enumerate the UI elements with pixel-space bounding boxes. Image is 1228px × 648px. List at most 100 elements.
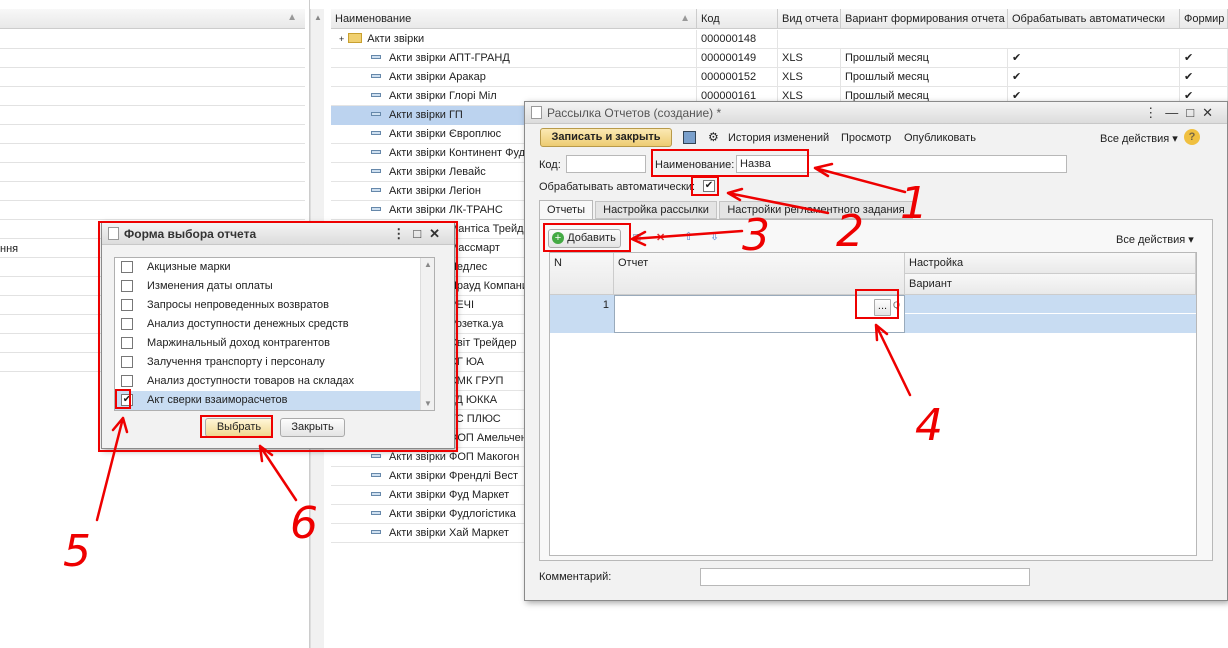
annotation-box-auto xyxy=(691,176,719,196)
tab-mailing-settings[interactable]: Настройка рассылки xyxy=(595,201,717,219)
table-row-folder[interactable]: + Акти звірки 000000148 xyxy=(331,30,1228,49)
menu-icon[interactable]: ⋮ xyxy=(1144,105,1165,120)
sort-icon[interactable]: ▲ xyxy=(680,9,690,28)
cell-variant: Прошлый месяц xyxy=(841,49,1008,68)
left-list-header[interactable]: ▲ xyxy=(0,9,305,29)
cell-form: ✔ xyxy=(1180,49,1228,68)
cell-name-text: Акти звірки Фуд Маркет xyxy=(389,489,510,501)
code-label: Код: xyxy=(539,159,561,171)
left-list-row[interactable] xyxy=(0,106,305,125)
maximize-icon[interactable]: □ xyxy=(1186,105,1202,120)
report-item-icon xyxy=(371,93,381,98)
cell-name-text: Акти звірки ГП xyxy=(389,109,463,121)
left-list-row[interactable] xyxy=(0,201,305,220)
table-row[interactable]: Акти звірки АПТ-ГРАНД 000000149 XLS Прошлый… xyxy=(331,49,1228,68)
reports-tab-panel: + Добавить ⧉ ✕ ⇧ ⇩ Все действия ▾ N Отче… xyxy=(539,219,1213,561)
left-list-row[interactable] xyxy=(0,30,305,49)
folder-icon xyxy=(348,33,363,43)
annotation-box-select-report xyxy=(855,289,899,319)
report-item-icon xyxy=(371,112,381,117)
report-item-icon xyxy=(371,131,381,136)
history-link[interactable]: История изменений xyxy=(728,132,829,144)
mailing-window-titlebar[interactable]: Рассылка Отчетов (создание) * ⋮—□✕ xyxy=(525,102,1227,124)
cell-name-text: Акти звірки Фудлогістика xyxy=(389,508,516,520)
cell-code: 000000148 xyxy=(697,30,778,49)
minimize-icon[interactable]: — xyxy=(1165,105,1186,120)
report-item-icon xyxy=(371,473,381,478)
cell-name: Акти звірки АПТ-ГРАНД xyxy=(331,49,697,68)
grid-cell-settings[interactable] xyxy=(905,295,1196,314)
expand-icon[interactable]: + xyxy=(339,34,344,44)
tab-schedule-settings[interactable]: Настройки регламентного задания xyxy=(719,201,913,219)
mailing-window-title: Рассылка Отчетов (создание) * xyxy=(547,106,722,120)
annotation-box-add xyxy=(543,223,631,252)
help-icon[interactable]: ? xyxy=(1184,129,1200,145)
cell-form: ✔ xyxy=(1180,68,1228,87)
comment-label: Комментарий: xyxy=(539,571,612,583)
report-item-icon xyxy=(371,492,381,497)
comment-field[interactable] xyxy=(700,568,1030,586)
col-header-name[interactable]: Наименование ▲ xyxy=(331,9,697,29)
cell-name-text: Акти звірки ФОП Макогон xyxy=(389,451,520,463)
tab-all-actions-menu[interactable]: Все действия ▾ xyxy=(1116,233,1194,246)
cell-name-text: Акти звірки ЛК-ТРАНС xyxy=(389,204,503,216)
annotation-box-select-window xyxy=(98,221,458,452)
cell-name-text: Акти звірки Левайс xyxy=(389,166,486,178)
col-header-type[interactable]: Вид отчета xyxy=(778,9,841,29)
auto-label: Обрабатывать автоматически: xyxy=(539,181,696,193)
report-item-icon xyxy=(371,150,381,155)
all-actions-menu[interactable]: Все действия ▾ xyxy=(1100,132,1178,145)
report-item-icon xyxy=(371,188,381,193)
grid-cell-variant[interactable] xyxy=(905,314,1196,333)
close-icon[interactable]: ✕ xyxy=(1202,105,1221,120)
left-list-row[interactable] xyxy=(0,182,305,201)
copy-icon[interactable]: ⧉ xyxy=(633,232,641,245)
sort-icon[interactable]: ▲ xyxy=(287,12,297,23)
report-item-icon xyxy=(371,207,381,212)
left-list-row[interactable] xyxy=(0,68,305,87)
save-close-button[interactable]: Записать и закрыть xyxy=(540,128,672,147)
history-icon: ⚙ xyxy=(708,130,719,144)
left-list-row[interactable] xyxy=(0,144,305,163)
publish-link[interactable]: Опубликовать xyxy=(904,132,976,144)
annotation-box-select-button xyxy=(200,415,273,438)
cell-name-text: Акти звірки АПТ-ГРАНД xyxy=(389,52,510,64)
left-list-row[interactable] xyxy=(0,87,305,106)
cell-name-text: Акти звірки Френдлі Вест xyxy=(389,470,518,482)
cell-variant: Прошлый месяц xyxy=(841,68,1008,87)
cell-code: 000000149 xyxy=(697,49,778,68)
annotation-box-name xyxy=(651,149,809,177)
mailing-window: Рассылка Отчетов (создание) * ⋮—□✕ Запис… xyxy=(524,101,1228,601)
preview-link[interactable]: Просмотр xyxy=(841,132,891,144)
grid-cell-n: 1 xyxy=(550,295,614,333)
cell-name-text: Акти звірки Європлюс xyxy=(389,128,502,140)
report-item-icon xyxy=(371,454,381,459)
left-list-row[interactable] xyxy=(0,163,305,182)
report-item-icon xyxy=(371,511,381,516)
delete-icon[interactable]: ✕ xyxy=(656,231,665,244)
grid-header-n: N xyxy=(550,253,614,295)
grid-header-variant: Вариант xyxy=(905,274,1196,295)
annotation-box-checkbox xyxy=(115,389,131,409)
cell-name-text: Акти звірки Легіон xyxy=(389,185,481,197)
report-item-icon xyxy=(371,74,381,79)
report-item-icon xyxy=(371,169,381,174)
col-header-auto[interactable]: Обрабатывать автоматически xyxy=(1008,9,1180,29)
col-header-code[interactable]: Код xyxy=(697,9,778,29)
cell-name-text: Акти звірки Хай Маркет xyxy=(389,527,509,539)
col-header-form[interactable]: Формир xyxy=(1180,9,1228,29)
save-icon[interactable] xyxy=(683,131,696,144)
cell-auto: ✔ xyxy=(1008,49,1180,68)
move-up-icon[interactable]: ⇧ xyxy=(684,230,693,243)
table-row[interactable]: Акти звірки Аракар 000000152 XLS Прошлый ме… xyxy=(331,68,1228,87)
code-field[interactable] xyxy=(566,155,646,173)
tab-reports[interactable]: Отчеты xyxy=(539,200,593,220)
move-down-icon[interactable]: ⇩ xyxy=(710,230,719,243)
left-list-row[interactable] xyxy=(0,49,305,68)
cell-type: XLS xyxy=(778,68,841,87)
cell-name-text: Акти звірки Континент Фуд xyxy=(389,147,526,159)
cell-name-text: Акти звірки Глорі Міл xyxy=(389,90,497,102)
col-header-variant[interactable]: Вариант формирования отчета xyxy=(841,9,1008,29)
document-icon xyxy=(531,106,542,119)
left-list-row[interactable] xyxy=(0,125,305,144)
